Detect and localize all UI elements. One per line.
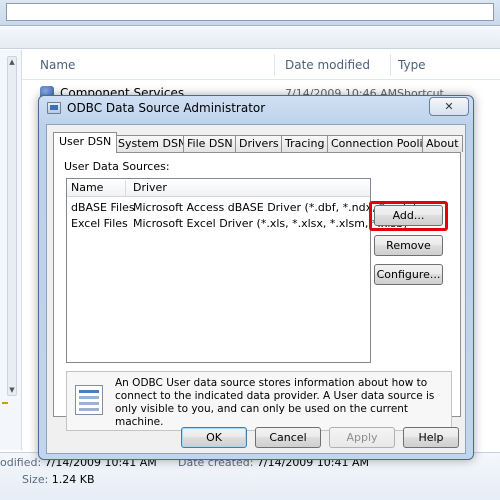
user-data-sources-label: User Data Sources: bbox=[64, 160, 170, 173]
details-modified-label: odified: bbox=[0, 456, 42, 469]
close-button[interactable]: ✕ bbox=[429, 97, 469, 116]
data-source-info-icon bbox=[75, 385, 103, 415]
tab-drivers[interactable]: Drivers bbox=[235, 135, 283, 152]
info-description: An ODBC User data source stores informat… bbox=[115, 377, 435, 428]
details-size-value: 1.24 KB bbox=[51, 473, 95, 486]
configure-button[interactable]: Configure... bbox=[374, 264, 443, 285]
column-separator bbox=[274, 54, 275, 76]
column-header-name[interactable]: Name bbox=[40, 58, 75, 72]
tab-user-dsn[interactable]: User DSN bbox=[53, 132, 118, 153]
list-item[interactable]: Excel Files Microsoft Excel Driver (*.xl… bbox=[67, 217, 407, 232]
dialog-title-bar[interactable]: ODBC Data Source Administrator ✕ bbox=[39, 96, 473, 122]
explorer-column-headers: Name Date modified Type bbox=[22, 52, 500, 80]
list-header-separator bbox=[125, 180, 126, 196]
apply-button[interactable]: Apply bbox=[329, 427, 395, 448]
tab-system-dsn[interactable]: System DSN bbox=[114, 135, 191, 152]
list-item[interactable]: dBASE Files Microsoft Access dBASE Drive… bbox=[67, 201, 417, 216]
tab-tracing[interactable]: Tracing bbox=[281, 135, 329, 152]
dialog-title: ODBC Data Source Administrator bbox=[67, 101, 266, 115]
remove-button[interactable]: Remove bbox=[374, 235, 443, 256]
column-header-type[interactable]: Type bbox=[398, 58, 426, 72]
scroll-up-arrow-icon[interactable]: ▲ bbox=[8, 57, 16, 67]
explorer-scrollbar[interactable]: ▲ ▼ bbox=[7, 56, 17, 396]
explorer-address-field[interactable] bbox=[6, 3, 494, 21]
scroll-down-arrow-icon[interactable]: ▼ bbox=[8, 385, 16, 395]
info-box: An ODBC User data source stores informat… bbox=[66, 371, 452, 431]
tab-about[interactable]: About bbox=[422, 135, 463, 152]
list-item-name: Excel Files bbox=[71, 217, 128, 230]
odbc-app-icon bbox=[47, 102, 61, 114]
details-size-label: Size: bbox=[22, 473, 49, 486]
explorer-address-bar-area bbox=[0, 0, 500, 26]
ok-button[interactable]: OK bbox=[181, 427, 247, 448]
column-separator bbox=[390, 54, 391, 76]
details-size: Size: 1.24 KB bbox=[22, 473, 95, 486]
list-header: Name Driver bbox=[67, 179, 370, 197]
tab-strip: User DSN System DSN File DSN Drivers Tra… bbox=[53, 132, 463, 153]
list-item-driver: Microsoft Excel Driver (*.xls, *.xlsx, *… bbox=[133, 217, 408, 230]
list-header-name[interactable]: Name bbox=[71, 181, 103, 194]
tab-file-dsn[interactable]: File DSN bbox=[183, 135, 237, 152]
dialog-body: User DSN System DSN File DSN Drivers Tra… bbox=[46, 124, 466, 454]
explorer-marker bbox=[2, 402, 8, 404]
help-button[interactable]: Help bbox=[403, 427, 459, 448]
column-header-date-modified[interactable]: Date modified bbox=[285, 58, 370, 72]
explorer-command-bar bbox=[0, 27, 500, 49]
list-header-driver[interactable]: Driver bbox=[133, 181, 167, 194]
list-item-name: dBASE Files bbox=[71, 201, 135, 214]
cancel-button[interactable]: Cancel bbox=[255, 427, 321, 448]
user-data-sources-list[interactable]: Name Driver dBASE Files Microsoft Access… bbox=[66, 178, 417, 363]
user-dsn-panel: User Data Sources: Name Driver dBASE Fil… bbox=[53, 152, 461, 431]
odbc-dialog: ODBC Data Source Administrator ✕ User DS… bbox=[38, 95, 474, 460]
add-button[interactable]: Add... bbox=[374, 205, 443, 226]
